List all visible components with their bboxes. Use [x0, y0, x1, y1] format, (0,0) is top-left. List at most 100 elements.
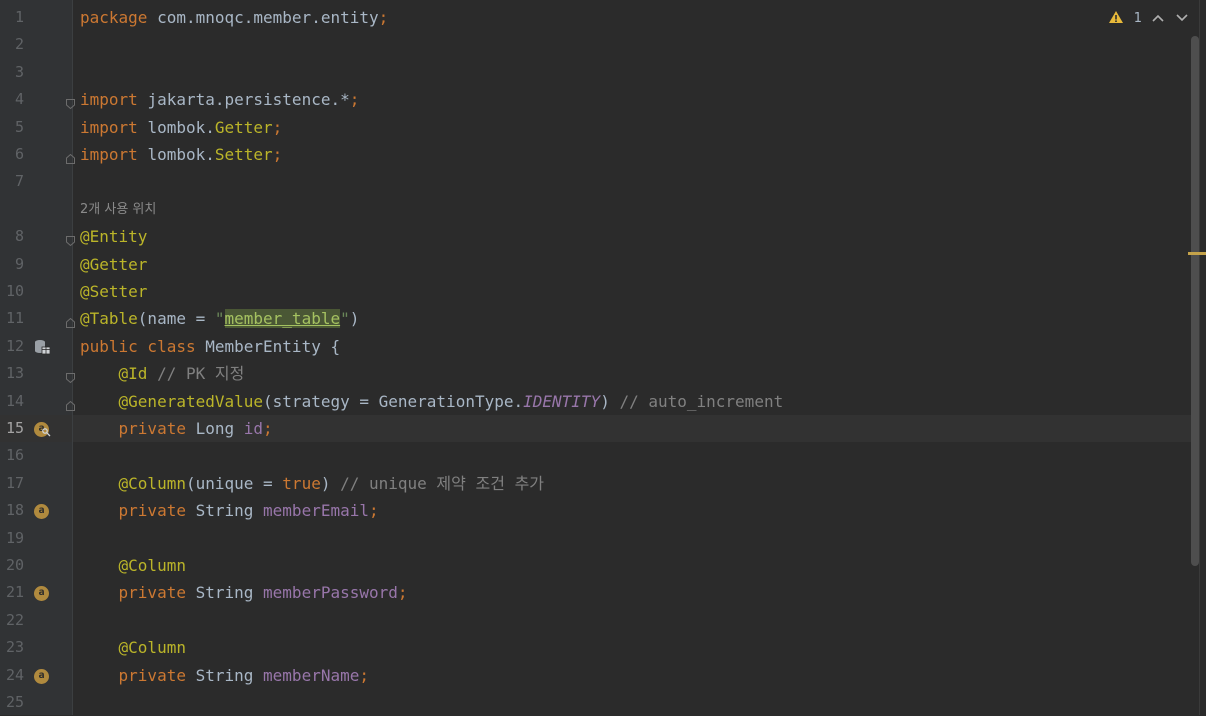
code-line[interactable]: 23 @Column [0, 634, 1206, 661]
code-line[interactable]: 19 [0, 525, 1206, 552]
next-highlight-icon[interactable] [1174, 10, 1190, 26]
field-annotation-icon[interactable]: a [34, 668, 49, 684]
code-line[interactable]: 9 @Getter [0, 251, 1206, 278]
code-token: true [282, 473, 321, 493]
line-number: 7 [14, 172, 24, 191]
warning-count[interactable]: 1 [1134, 11, 1142, 26]
line-number: 1 [14, 8, 24, 26]
code-text[interactable]: @Column(unique = true) // unique 제약 조건 추… [80, 470, 544, 497]
previous-highlight-icon[interactable] [1150, 10, 1166, 26]
code-token: Getter [214, 117, 273, 137]
code-line[interactable]: 3 [0, 59, 1206, 86]
usages-hint[interactable]: 2개 사용 위치 [80, 196, 156, 223]
line-number: 6 [14, 145, 24, 163]
code-line[interactable]: 5 import lombok.Getter; [0, 114, 1206, 141]
code-editor[interactable]: 1 package com.mnoqc.member.entity; 2 3 4 impo… [0, 0, 1206, 715]
code-text[interactable]: package com.mnoqc.member.entity; [80, 4, 388, 31]
code-line[interactable]: 22 [0, 607, 1206, 634]
code-text[interactable]: @GeneratedValue(strategy = GenerationTyp… [80, 388, 784, 415]
code-text[interactable]: private Long id; [80, 415, 273, 442]
fold-marker-icon[interactable] [66, 94, 75, 110]
code-token: MemberEntity { [205, 336, 341, 356]
code-line[interactable]: 13 @Id // PK 지정 [0, 360, 1206, 387]
code-text[interactable]: private String memberName; [80, 662, 369, 689]
fold-marker-icon[interactable] [66, 368, 75, 384]
code-text[interactable]: public class MemberEntity { [80, 333, 340, 360]
code-text[interactable]: @Id // PK 지정 [80, 360, 245, 387]
fold-marker-icon[interactable] [66, 313, 75, 329]
code-text[interactable]: @Getter [80, 251, 147, 278]
line-number: 23 [5, 638, 24, 657]
code-line[interactable]: 24 a private String memberName; [0, 662, 1206, 689]
code-line[interactable]: 14 @GeneratedValue(strategy = Generation… [0, 388, 1206, 415]
line-number: 21 [5, 583, 24, 602]
fold-marker-icon[interactable] [66, 231, 75, 247]
code-token: // auto_increment [619, 391, 784, 411]
code-token: " [214, 309, 225, 329]
code-token: memberEmail [263, 501, 369, 521]
code-token: ; [397, 583, 408, 603]
code-token: @Setter [80, 282, 148, 301]
code-line[interactable]: 16 [0, 442, 1206, 469]
warning-icon[interactable] [1108, 9, 1124, 28]
primary-key-field-icon[interactable]: a [34, 422, 51, 437]
code-line[interactable]: 21 a private String memberPassword; [0, 579, 1206, 606]
field-annotation-icon[interactable]: a [34, 504, 49, 520]
code-line[interactable]: 11 @Table(name = "member_table") [0, 305, 1206, 332]
code-text[interactable]: @Entity [80, 223, 147, 250]
line-number: 12 [5, 336, 24, 355]
code-token: ) [600, 391, 620, 411]
code-token: id [243, 419, 264, 438]
code-line[interactable]: 15 a private Long id; [0, 415, 1206, 443]
code-token: String [195, 583, 264, 603]
vertical-scrollbar[interactable] [1191, 36, 1199, 566]
code-line[interactable]: 20 @Column [0, 552, 1206, 579]
code-token: member_table [224, 309, 341, 329]
code-token: Long [195, 419, 244, 438]
code-line[interactable]: 12 public class MemberEntity { [0, 333, 1206, 360]
code-text[interactable]: import lombok.Setter; [80, 141, 282, 168]
fold-marker-icon[interactable] [66, 396, 75, 411]
code-token: @Table [80, 309, 138, 329]
code-text[interactable]: @Column [80, 552, 186, 579]
code-line[interactable]: 10 @Setter [0, 278, 1206, 305]
code-line[interactable]: 6 import lombok.Setter; [0, 141, 1206, 168]
code-text[interactable]: @Setter [80, 278, 147, 305]
code-text[interactable]: private String memberEmail; [80, 497, 379, 524]
code-token: ; [369, 501, 379, 521]
code-text[interactable]: @Column [80, 634, 186, 661]
code-token: IDENTITY [523, 391, 601, 411]
code-line[interactable]: 8 @Entity [0, 223, 1206, 250]
code-token: ; [378, 8, 389, 27]
code-line[interactable]: 2 [0, 31, 1206, 58]
code-line[interactable]: 7 [0, 168, 1206, 195]
code-token: (strategy = GenerationType. [263, 391, 524, 411]
inspection-widget[interactable]: 1 [1108, 8, 1190, 28]
code-text[interactable]: import lombok.Getter; [80, 114, 282, 141]
code-token: private [118, 419, 196, 438]
code-line[interactable]: 1 package com.mnoqc.member.entity; [0, 4, 1206, 31]
code-token: @Getter [80, 254, 148, 274]
code-token: ; [359, 665, 369, 685]
code-text[interactable]: @Table(name = "member_table") [80, 305, 359, 332]
field-annotation-icon[interactable]: a [34, 586, 49, 602]
database-table-icon[interactable] [34, 339, 51, 355]
code-token: import [80, 90, 148, 110]
code-line[interactable]: 4 import jakarta.persistence.*; [0, 86, 1206, 113]
code-token: lombok. [147, 117, 215, 137]
code-line[interactable]: 18 a private String memberEmail; [0, 497, 1206, 524]
code-token: @Entity [80, 227, 148, 247]
code-line[interactable]: 25 [0, 689, 1206, 716]
line-number: 13 [5, 364, 24, 383]
code-text[interactable]: import jakarta.persistence.*; [80, 86, 359, 113]
code-text[interactable]: private String memberPassword; [80, 579, 408, 606]
line-number: 25 [5, 693, 24, 711]
code-line[interactable]: 17 @Column(unique = true) // unique 제약 조… [0, 470, 1206, 497]
code-token: @GeneratedValue [118, 391, 264, 411]
warning-stripe-marker[interactable] [1188, 252, 1206, 255]
fold-marker-icon[interactable] [66, 149, 75, 164]
